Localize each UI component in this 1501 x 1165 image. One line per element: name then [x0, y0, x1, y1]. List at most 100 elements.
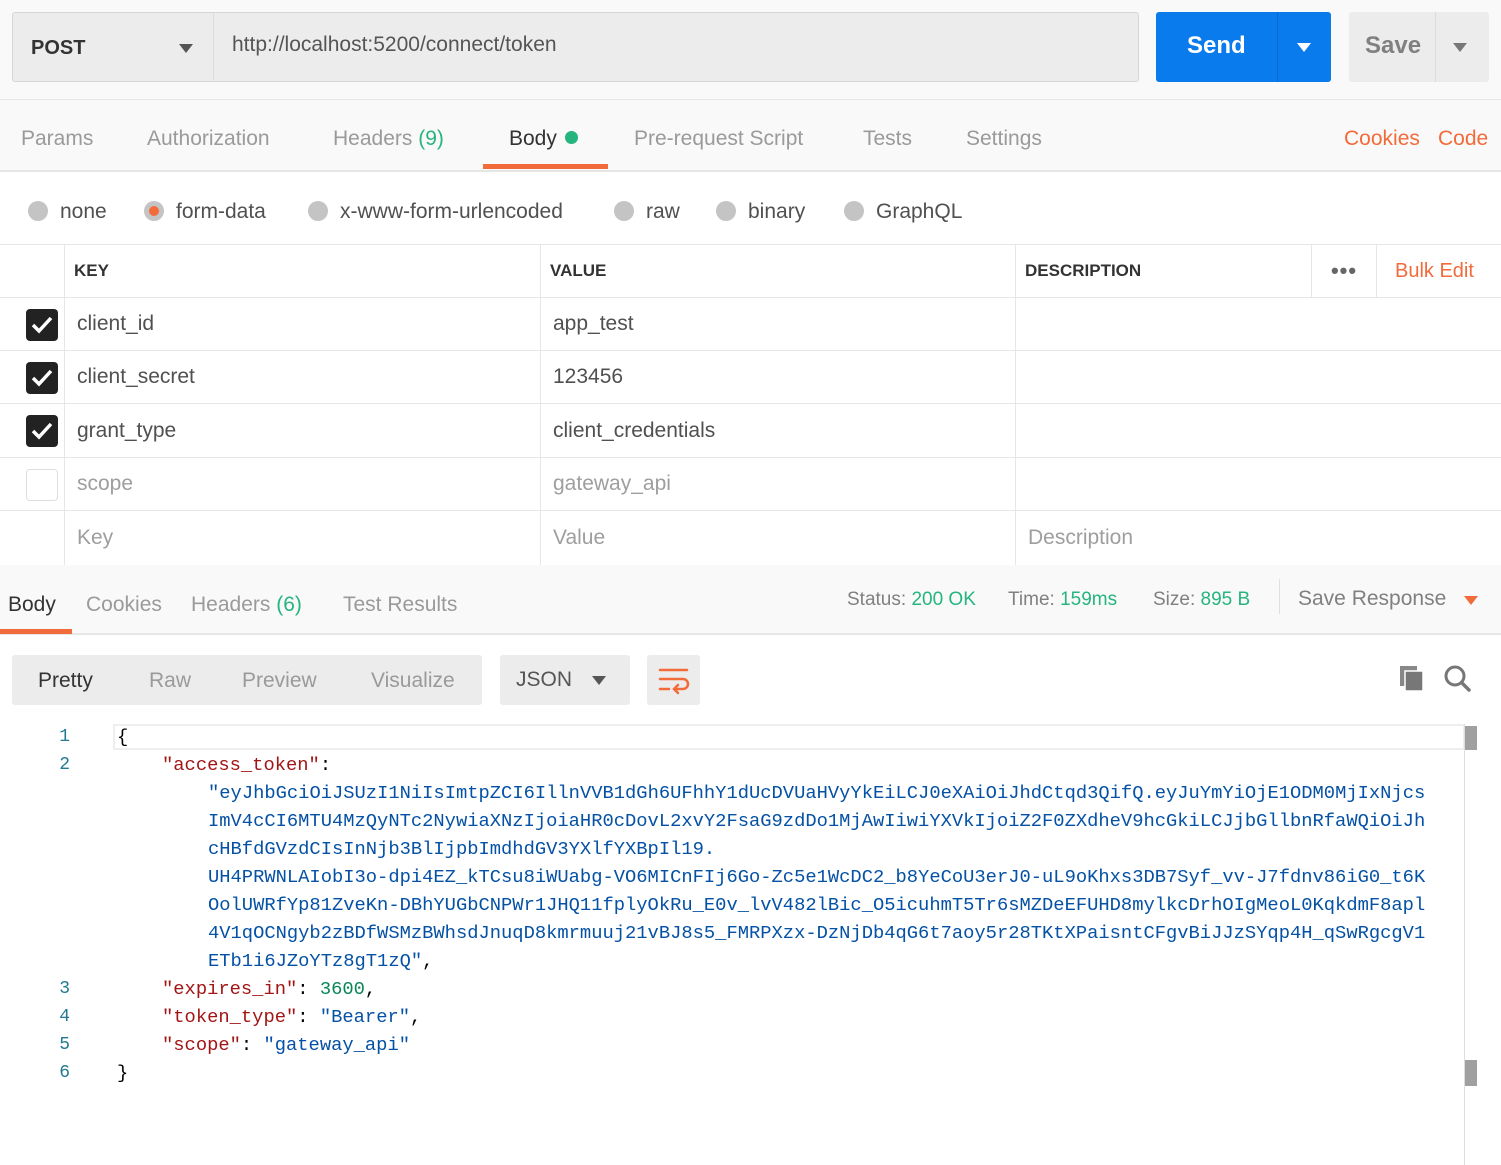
radio-binary[interactable]: binary [716, 200, 805, 224]
radio-form-data[interactable]: form-data [144, 200, 266, 224]
line-number: 3 [59, 979, 70, 999]
tab-headers[interactable]: Headers (9) [333, 127, 444, 151]
tab-response-body[interactable]: Body [8, 593, 56, 617]
divider [1279, 579, 1280, 614]
save-response-label: Save Response [1298, 587, 1447, 610]
divider [1435, 12, 1436, 82]
value-cell[interactable]: client_credentials [540, 404, 1015, 457]
access-token-line: OolUWRfYp81ZveKn-DBhYUGbCNPWr1JHQ11fplyO… [208, 894, 1425, 916]
description-cell[interactable] [1015, 458, 1501, 510]
format-value: JSON [516, 668, 573, 691]
description-cell[interactable] [1015, 351, 1501, 403]
radio-icon [308, 201, 328, 221]
access-token-line: UH4PRWNLAIobI3o-dpi4EZ_kTCsu8iWUabg-VO6M… [208, 866, 1425, 888]
radio-icon [28, 201, 48, 221]
tab-body[interactable]: Body [509, 127, 578, 151]
wrap-icon [658, 668, 690, 695]
save-label: Save [1365, 32, 1422, 59]
url-input[interactable]: http://localhost:5200/connect/token [213, 12, 1139, 82]
value-cell[interactable]: gateway_api [540, 458, 1015, 510]
divider [1277, 12, 1278, 82]
key-cell[interactable]: scope [64, 458, 540, 510]
chevron-down-icon [179, 44, 193, 53]
view-visualize[interactable]: Visualize [371, 669, 455, 693]
json-token: ImV4cCI6MTU4MzQyNTc2NywiaXNzIjoiaHR0cDov… [208, 810, 1426, 832]
code-link[interactable]: Code [1438, 127, 1488, 151]
view-preview[interactable]: Preview [242, 669, 317, 693]
method-select[interactable]: POST [12, 12, 214, 82]
headers-count: (9) [418, 127, 444, 150]
new-value-input[interactable]: Value [540, 511, 1015, 565]
checkbox-checked-icon[interactable] [26, 415, 58, 447]
view-raw[interactable]: Raw [149, 669, 191, 693]
radio-raw[interactable]: raw [614, 200, 680, 224]
request-bar: POST http://localhost:5200/connect/token… [0, 0, 1501, 100]
header-value: VALUE [540, 245, 1015, 297]
view-mode-tabs: Pretty Raw Preview Visualize [12, 655, 482, 705]
radio-label: GraphQL [876, 200, 963, 223]
access-token-line: 4V1qOCNgyb2zBDfWSMzBWhsdJnuqD8kmrmuuj21v… [208, 922, 1425, 944]
tab-authorization[interactable]: Authorization [147, 127, 270, 151]
view-pretty[interactable]: Pretty [38, 669, 93, 693]
copy-icon[interactable] [1398, 664, 1426, 692]
key-cell[interactable]: grant_type [64, 404, 540, 457]
save-response-button[interactable]: Save Response [1298, 587, 1446, 611]
radio-none[interactable]: none [28, 200, 107, 224]
radio-x-www-form-urlencoded[interactable]: x-www-form-urlencoded [308, 200, 563, 224]
json-token: expires_in [173, 978, 286, 1000]
json-token: cHBfdGVzdCIsInNjb3BlIjpbImdhdGV3YXlfYXBp… [208, 838, 716, 860]
new-key-input[interactable]: Key [64, 511, 540, 565]
json-token: UH4PRWNLAIobI3o-dpi4EZ_kTCsu8iWUabg-VO6M… [208, 866, 1426, 888]
chevron-down-icon [592, 676, 606, 685]
tab-settings[interactable]: Settings [966, 127, 1042, 151]
checkbox-checked-icon[interactable] [26, 309, 58, 341]
save-button[interactable]: Save [1349, 12, 1489, 82]
active-tab-indicator [483, 164, 608, 169]
access-token-line: ImV4cCI6MTU4MzQyNTc2NywiaXNzIjoiaHR0cDov… [208, 810, 1425, 832]
new-row: Key Value Description [0, 511, 1501, 565]
table-row: client_id app_test [0, 298, 1501, 351]
tab-tests[interactable]: Tests [863, 127, 912, 151]
access-token-line: cHBfdGVzdCIsInNjb3BlIjpbImdhdGV3YXlfYXBp… [208, 838, 715, 860]
checkbox-checked-icon[interactable] [26, 362, 58, 394]
header-description: DESCRIPTION [1015, 245, 1311, 297]
response-body-editor[interactable]: 1 {2 "access_token": "eyJhbGciOiJSUzI1NiIsI… [0, 724, 1490, 1165]
json-key-line: "access_token": [162, 754, 332, 776]
tab-test-results[interactable]: Test Results [343, 593, 457, 617]
chevron-down-icon[interactable] [1453, 43, 1467, 52]
key-cell[interactable]: client_secret [64, 351, 540, 403]
value-cell[interactable]: 123456 [540, 351, 1015, 403]
more-icon[interactable]: ••• [1311, 245, 1376, 297]
format-select[interactable]: JSON [500, 655, 630, 705]
search-icon[interactable] [1442, 663, 1472, 693]
tab-prerequest-script[interactable]: Pre-request Script [634, 127, 803, 151]
key-cell[interactable]: client_id [64, 298, 540, 350]
send-button[interactable]: Send [1156, 12, 1331, 82]
bulk-edit-button[interactable]: Bulk Edit [1376, 245, 1501, 297]
status-readout: Status: 200 OK [847, 589, 976, 611]
json-token: 3600 [319, 978, 365, 1000]
json-line: "expires_in": 3600, [162, 978, 377, 1000]
wrap-button[interactable] [647, 655, 700, 705]
tab-params[interactable]: Params [21, 127, 93, 151]
radio-icon [614, 201, 634, 221]
chevron-down-icon[interactable] [1464, 596, 1478, 605]
chevron-down-icon[interactable] [1297, 43, 1311, 52]
description-cell[interactable] [1015, 404, 1501, 457]
table-row: client_secret 123456 [0, 351, 1501, 404]
json-line: "token_type": "Bearer", [162, 1006, 422, 1028]
tab-response-headers[interactable]: Headers (6) [191, 593, 302, 617]
response-tabs: Body Cookies Headers (6) Test Results St… [0, 565, 1501, 635]
radio-graphql[interactable]: GraphQL [844, 200, 963, 224]
cookies-link[interactable]: Cookies [1344, 127, 1420, 151]
checkbox[interactable] [26, 469, 58, 501]
json-token: scope [173, 1034, 230, 1056]
status-label: Status: [847, 589, 907, 610]
header-key: KEY [64, 245, 540, 297]
json-token: eyJhbGciOiJSUzI1NiIsImtpZCI6IllnVVB1dGh6… [219, 782, 1426, 804]
new-description-input[interactable]: Description [1015, 511, 1501, 565]
description-cell[interactable] [1015, 298, 1501, 350]
tab-response-cookies[interactable]: Cookies [86, 593, 162, 617]
value-cell[interactable]: app_test [540, 298, 1015, 350]
send-label: Send [1187, 32, 1246, 59]
